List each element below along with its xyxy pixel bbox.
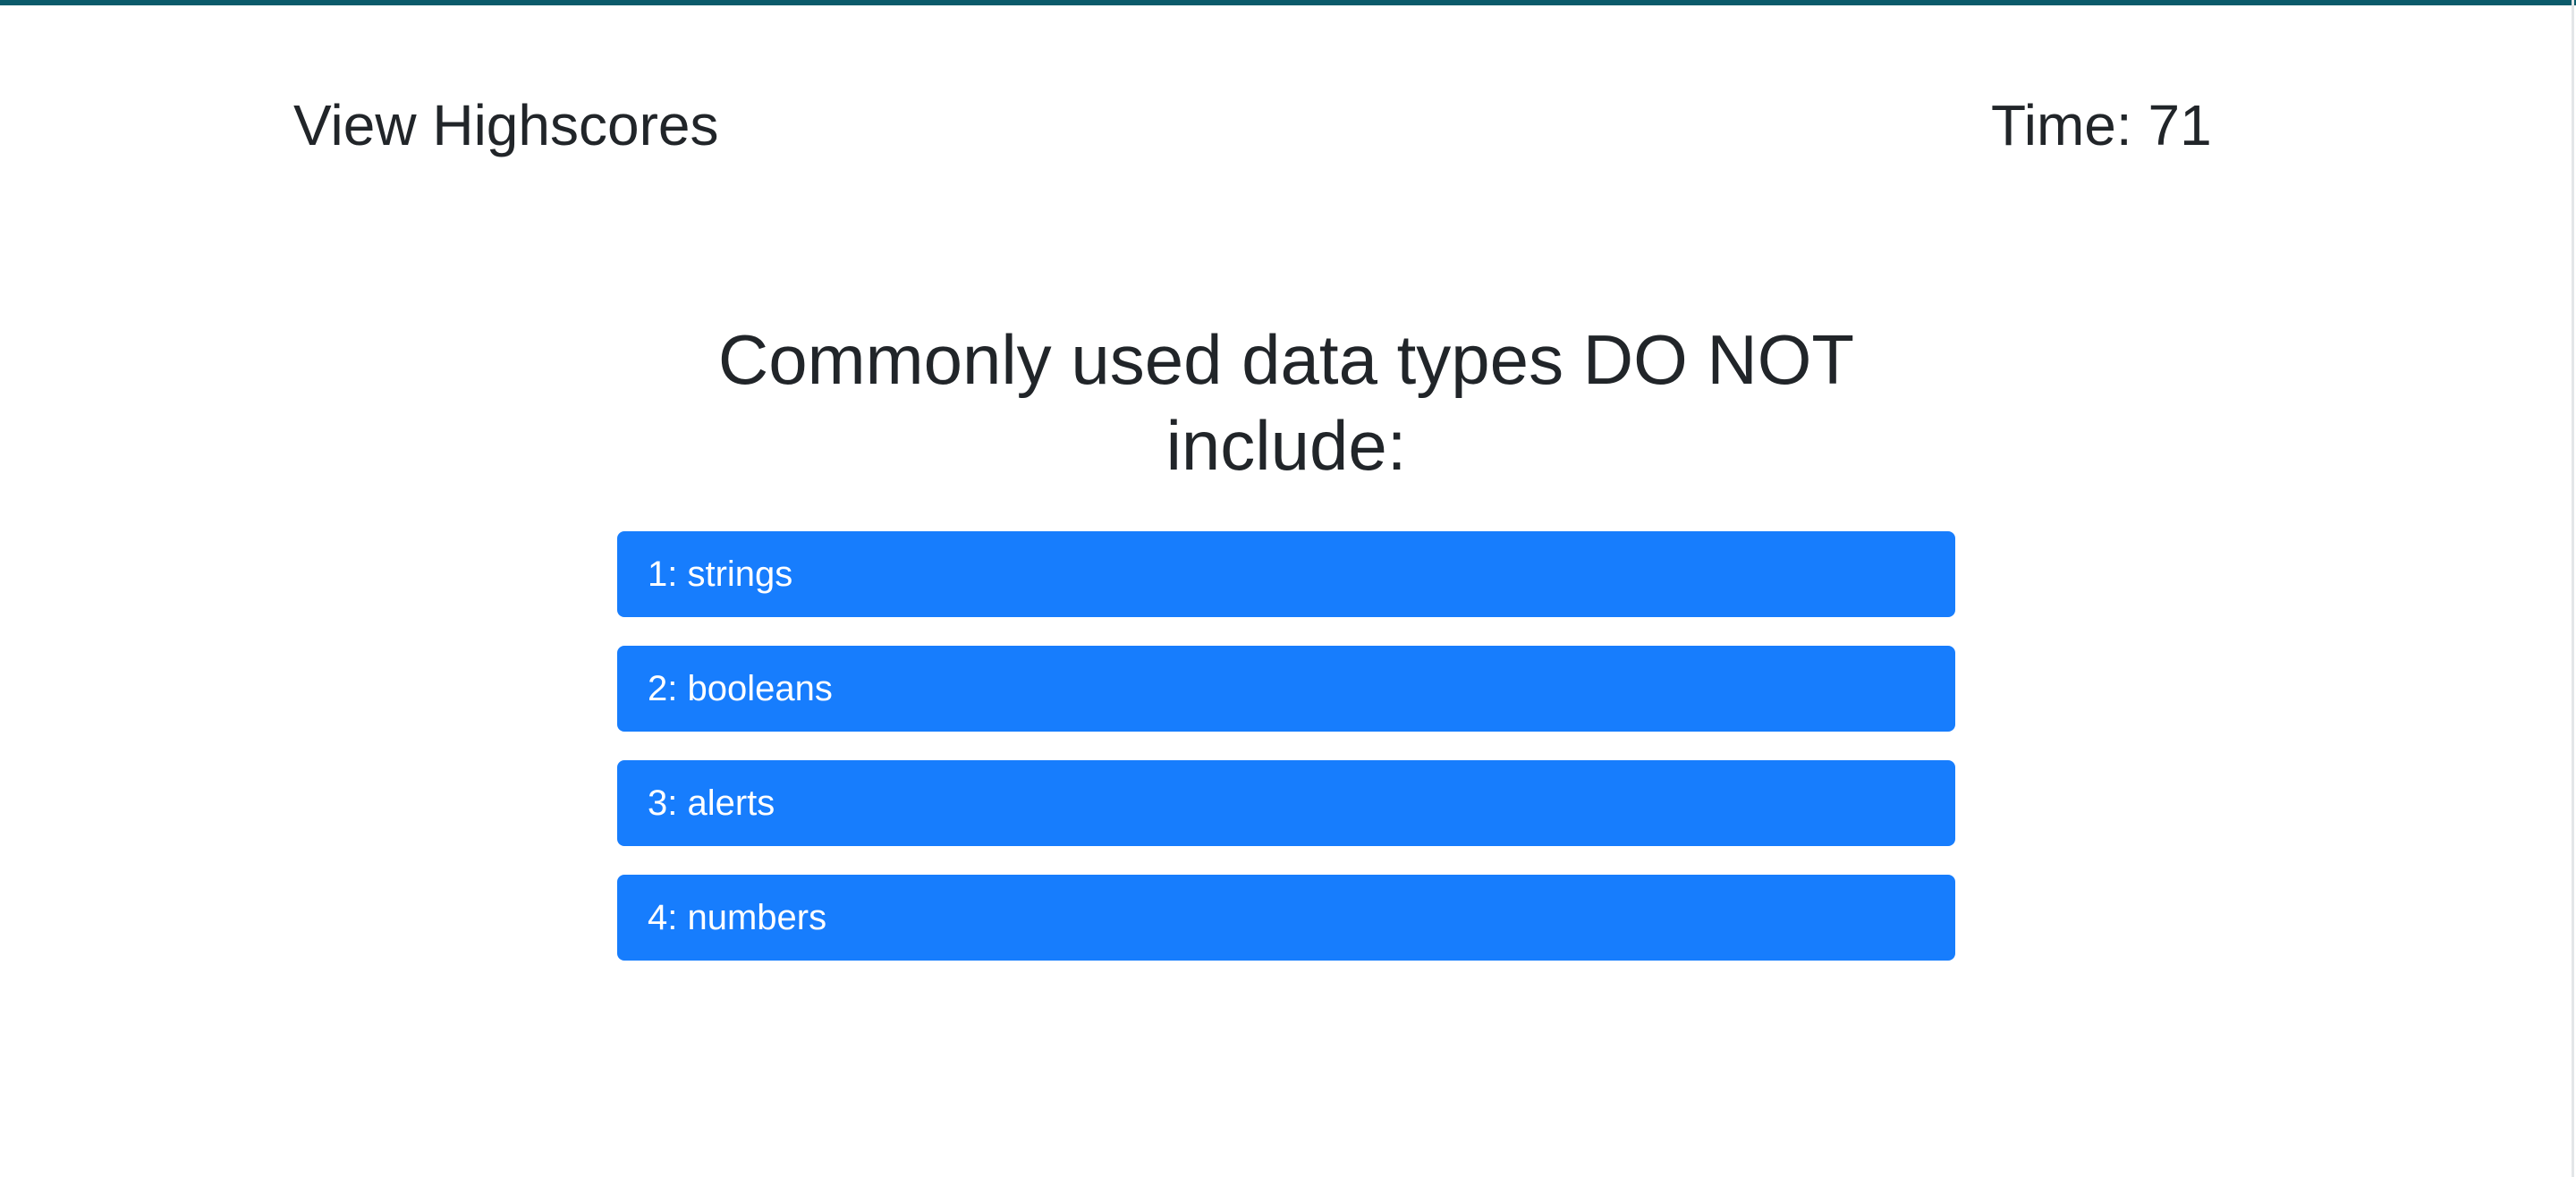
top-accent-bar: [0, 0, 2576, 5]
answer-list: 1: strings 2: booleans 3: alerts 4: numb…: [617, 531, 1955, 989]
timer: Time: 71: [1991, 86, 2212, 165]
answer-list-item: 4: numbers: [617, 875, 1955, 961]
answer-button-2[interactable]: 2: booleans: [617, 646, 1955, 732]
answer-list-item: 1: strings: [617, 531, 1955, 617]
answer-button-3[interactable]: 3: alerts: [617, 760, 1955, 846]
timer-value: 71: [2148, 93, 2212, 157]
timer-label: Time:: [1991, 93, 2132, 157]
view-highscores-link[interactable]: View Highscores: [293, 86, 718, 165]
answer-button-1[interactable]: 1: strings: [617, 531, 1955, 617]
window-edge: [2572, 0, 2574, 1177]
question-text: Commonly used data types DO NOT include:: [717, 320, 1855, 485]
answer-list-item: 3: alerts: [617, 760, 1955, 846]
answer-button-4[interactable]: 4: numbers: [617, 875, 1955, 961]
answer-list-item: 2: booleans: [617, 646, 1955, 732]
